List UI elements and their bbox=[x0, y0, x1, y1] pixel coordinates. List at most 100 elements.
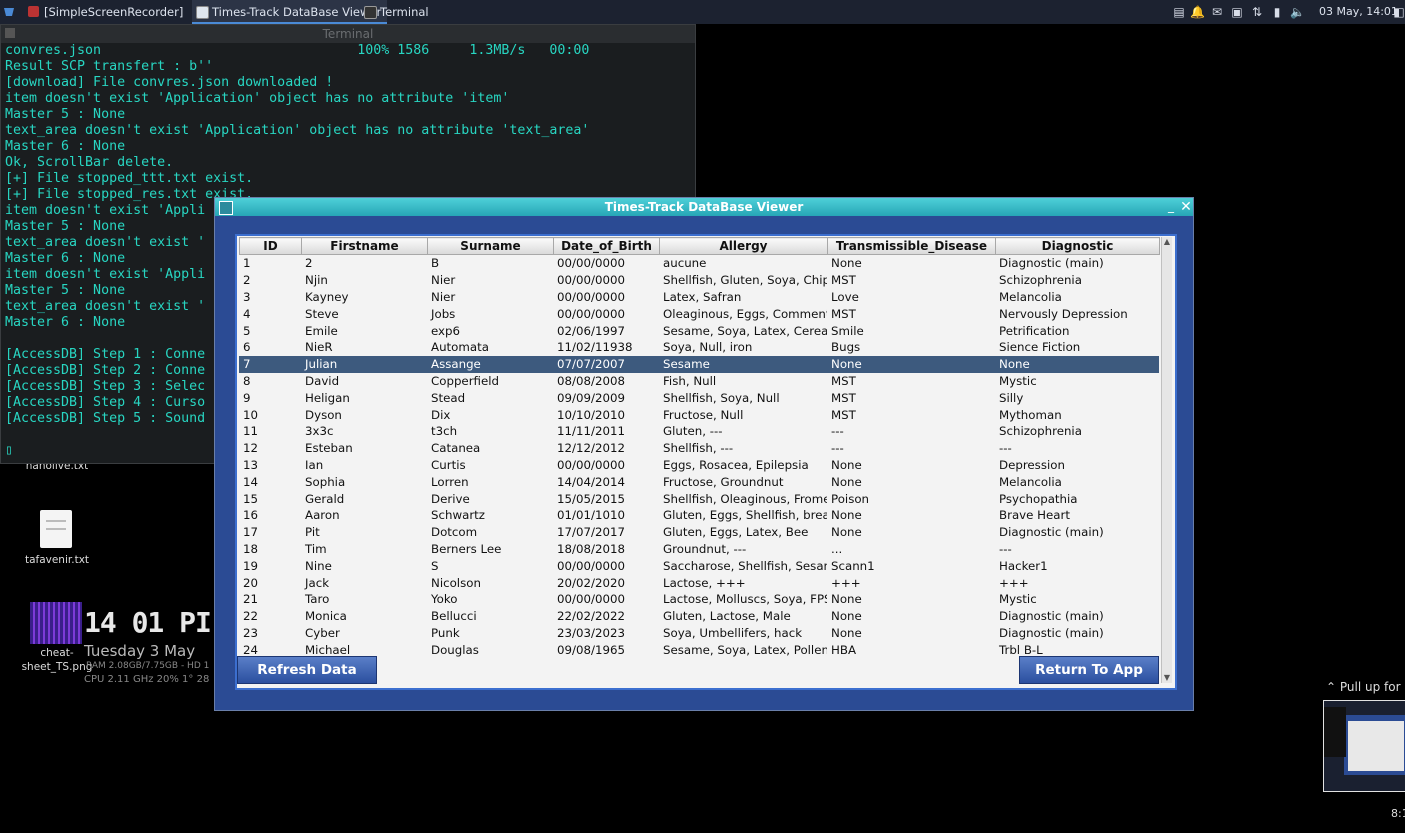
vertical-scrollbar[interactable]: ▲ ▼ bbox=[1161, 237, 1172, 683]
file-icon[interactable] bbox=[40, 510, 72, 548]
user-menu-icon[interactable]: ◧ bbox=[1392, 5, 1405, 19]
battery-icon[interactable]: ▮ bbox=[1270, 5, 1284, 19]
table-row[interactable]: 22 Monica Bellucci 22/02/2022 Gluten, Lactos… bbox=[239, 608, 1159, 625]
table-cell: 21 bbox=[243, 592, 259, 607]
table-row[interactable]: 14 Sophia Lorren 14/04/2014 Fructose, Ground… bbox=[239, 473, 1159, 490]
desktop-mem-stats: RAM 2.08GB/7.75GB - HD 1 bbox=[86, 661, 210, 671]
table-row[interactable]: 8 David Copperfield 08/08/2008 Fish, Null MST… bbox=[239, 373, 1159, 390]
pull-up-hint[interactable]: ⌃ Pull up for pr bbox=[1326, 680, 1405, 694]
table-cell: aucune bbox=[663, 256, 707, 271]
table-cell: Gerald bbox=[305, 491, 345, 506]
camera-icon[interactable]: ▣ bbox=[1230, 5, 1244, 19]
table-cell: Depression bbox=[999, 457, 1065, 472]
table-cell: 4 bbox=[243, 306, 251, 321]
table-row[interactable]: 17 Pit Dotcom 17/07/2017 Gluten, Eggs, Latex… bbox=[239, 524, 1159, 541]
terminal-line: item doesn't exist 'Application' object … bbox=[5, 91, 510, 106]
table-row[interactable]: 4 Steve Jobs 00/00/0000 Oleaginous, Eggs, Co… bbox=[239, 305, 1159, 322]
table-row[interactable]: 5 Emile exp6 02/06/1997 Sesame, Soya, Latex,… bbox=[239, 322, 1159, 339]
column-header[interactable]: Diagnostic bbox=[995, 237, 1160, 255]
table-cell: Sophia bbox=[305, 474, 346, 489]
table-cell: Nier bbox=[431, 273, 456, 288]
start-menu-icon[interactable] bbox=[2, 0, 18, 24]
table-cell: Fructose, Null bbox=[663, 407, 744, 422]
table-row[interactable]: 11 3x3c t3ch 11/11/2011 Gluten, --- --- Schizo… bbox=[239, 423, 1159, 440]
table-row[interactable]: 18 Tim Berners Lee 18/08/2018 Groundnut, ---… bbox=[239, 541, 1159, 558]
table-cell: Mystic bbox=[999, 592, 1037, 607]
table-cell: 00/00/0000 bbox=[557, 592, 625, 607]
window-menu-icon[interactable] bbox=[219, 201, 233, 215]
column-header[interactable]: Transmissible_Disease bbox=[827, 237, 996, 255]
terminal-menu-icon[interactable] bbox=[5, 28, 15, 38]
terminal-line: [+] File stopped_ttt.txt exist. bbox=[5, 171, 254, 186]
table-cell: Schizophrenia bbox=[999, 424, 1082, 439]
scroll-down-icon[interactable]: ▼ bbox=[1162, 673, 1172, 683]
video-thumbnail[interactable] bbox=[1323, 700, 1405, 792]
table-cell: Shellfish, Oleaginous, Fromer bbox=[663, 491, 827, 506]
column-header[interactable]: Allergy bbox=[659, 237, 828, 255]
table-cell: 6 bbox=[243, 340, 251, 355]
table-cell: 2 bbox=[243, 273, 251, 288]
scroll-up-icon[interactable]: ▲ bbox=[1162, 237, 1172, 247]
terminal-line: Result SCP transfert : b'' bbox=[5, 59, 214, 74]
window-list-icon[interactable]: ▤ bbox=[1172, 5, 1186, 19]
table-row[interactable]: 2 Njin Nier 00/00/0000 Shellfish, Gluten, So… bbox=[239, 272, 1159, 289]
table-row[interactable]: 10 Dyson Dix 10/10/2010 Fructose, Null MST Myt… bbox=[239, 406, 1159, 423]
desktop-file-tafavenir[interactable]: tafavenir.txt bbox=[18, 554, 96, 566]
table-body[interactable]: 1 2 B 00/00/0000 aucune None Diagnostic (main)… bbox=[239, 255, 1159, 671]
table-row[interactable]: 23 Cyber Punk 23/03/2023 Soya, Umbellifers, … bbox=[239, 625, 1159, 642]
table-cell: Saccharose, Shellfish, Sesame bbox=[663, 558, 827, 573]
table-cell: Bugs bbox=[831, 340, 861, 355]
table-row[interactable]: 12 Esteban Catanea 12/12/2012 Shellfish, ---… bbox=[239, 440, 1159, 457]
bell-icon[interactable]: 🔔 bbox=[1190, 5, 1205, 19]
table-row[interactable]: 6 NieR Automata 11/02/11938 Soya, Null, iron… bbox=[239, 339, 1159, 356]
refresh-data-button[interactable]: Refresh Data bbox=[237, 656, 377, 684]
column-header[interactable]: Date_of_Birth bbox=[553, 237, 660, 255]
table-cell: None bbox=[827, 355, 995, 373]
terminal-title[interactable]: Terminal bbox=[1, 25, 695, 43]
table-cell: None bbox=[831, 457, 862, 472]
terminal-line: convres.json 100% 1586 1.3MB/s 00:00 bbox=[5, 43, 590, 58]
table-cell: None bbox=[831, 256, 862, 271]
db-viewer-window[interactable]: Times-Track DataBase Viewer _ ✕ ID Firstn… bbox=[214, 197, 1194, 711]
return-to-app-button[interactable]: Return To App bbox=[1019, 656, 1159, 684]
table-row[interactable]: 15 Gerald Derive 15/05/2015 Shellfish, Oleag… bbox=[239, 490, 1159, 507]
table-cell: 8 bbox=[243, 373, 251, 388]
table-cell: 20/02/2020 bbox=[557, 575, 625, 590]
record-icon bbox=[28, 6, 39, 17]
taskbar-app-db-viewer[interactable]: Times-Track DataBase Viewer bbox=[192, 0, 388, 24]
table-cell: Schizophrenia bbox=[999, 273, 1082, 288]
volume-icon[interactable]: 🔈 bbox=[1290, 5, 1305, 19]
taskbar-app-recorder[interactable]: [SimpleScreenRecorder] bbox=[24, 0, 189, 24]
table-cell: David bbox=[305, 373, 340, 388]
table-cell: Nine bbox=[305, 558, 332, 573]
table-cell: 22/02/2022 bbox=[557, 609, 625, 624]
table-row[interactable]: 21 Taro Yoko 00/00/0000 Lactose, Molluscs, S… bbox=[239, 591, 1159, 608]
image-thumbnail-icon[interactable] bbox=[30, 602, 82, 644]
taskbar-app-terminal[interactable]: Terminal bbox=[360, 0, 435, 24]
table-row[interactable]: 9 Heligan Stead 09/09/2009 Shellfish, Soya, … bbox=[239, 389, 1159, 406]
column-header[interactable]: ID bbox=[239, 237, 302, 255]
table-cell: 00/00/0000 bbox=[557, 306, 625, 321]
table-cell: S bbox=[431, 558, 439, 573]
table-row[interactable]: 19 Nine S 00/00/0000 Saccharose, Shellfish, … bbox=[239, 557, 1159, 574]
column-header[interactable]: Surname bbox=[427, 237, 554, 255]
network-icon[interactable]: ⇅ bbox=[1250, 5, 1264, 19]
table-row[interactable]: 1 2 B 00/00/0000 aucune None Diagnostic (main) bbox=[239, 255, 1159, 272]
minimize-icon[interactable]: _ bbox=[1165, 198, 1177, 216]
table-row[interactable]: 3 Kayney Nier 00/00/0000 Latex, Safran Love Me… bbox=[239, 289, 1159, 306]
table-cell: 09/08/1965 bbox=[557, 642, 625, 657]
table-row[interactable]: 20 Jack Nicolson 20/02/2020 Lactose, +++ +++ +… bbox=[239, 574, 1159, 591]
clock-datetime[interactable]: 03 May, 14:01 bbox=[1319, 0, 1398, 24]
table-row[interactable]: 7 Julian Assange 07/07/2007 Sesame None None bbox=[239, 355, 1159, 373]
close-icon[interactable]: ✕ bbox=[1179, 198, 1193, 216]
column-header[interactable]: Firstname bbox=[301, 237, 428, 255]
table-row[interactable]: 16 Aaron Schwartz 01/01/1010 Gluten, Eggs, S… bbox=[239, 507, 1159, 524]
window-title[interactable]: Times-Track DataBase Viewer bbox=[215, 198, 1193, 216]
table-row[interactable]: 13 Ian Curtis 00/00/0000 Eggs, Rosacea, Epil… bbox=[239, 457, 1159, 474]
table-cell: Dyson bbox=[305, 407, 342, 422]
table-panel: ID Firstname Surname Date_of_Birth Allergy Tr… bbox=[235, 234, 1177, 690]
table-cell: Gluten, Eggs, Latex, Bee bbox=[663, 525, 809, 540]
mail-icon[interactable]: ✉ bbox=[1210, 5, 1224, 19]
table-cell: Monica bbox=[305, 609, 347, 624]
table-cell: Sesame bbox=[659, 355, 827, 373]
